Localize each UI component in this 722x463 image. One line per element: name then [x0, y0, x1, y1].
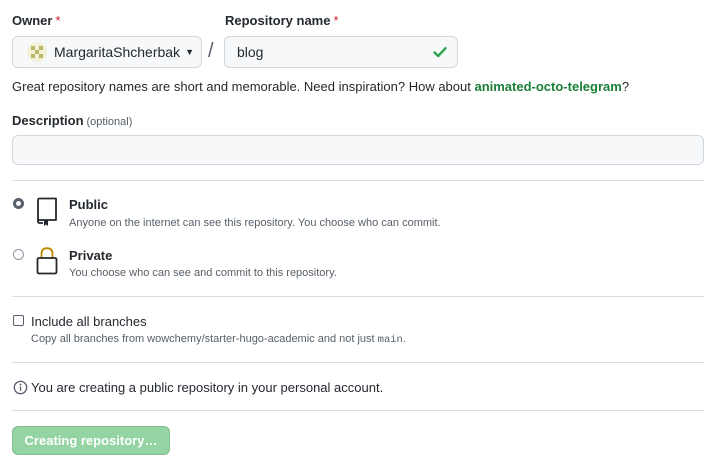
hint-text: Great repository names are short and mem…: [12, 79, 475, 94]
private-option-title: Private: [69, 248, 113, 263]
check-icon: [433, 47, 447, 58]
branch-code: main: [377, 334, 403, 346]
include-all-branches-label: Include all branches: [31, 314, 147, 329]
include-all-branches-checkbox[interactable]: [13, 315, 24, 326]
include-all-branches-hint: Copy all branches from wowchemy/starter-…: [31, 333, 406, 346]
description-label-text: Description: [12, 113, 84, 128]
public-option-title: Public: [69, 197, 109, 212]
owner-repo-separator: /: [208, 40, 214, 62]
caret-down-icon: ▼: [185, 47, 194, 57]
public-option-description: Anyone on the internet can see this repo…: [69, 217, 441, 229]
repository-name-label-text: Repository name: [225, 13, 331, 28]
repo-icon: [37, 197, 57, 226]
create-repository-button[interactable]: Creating repository…: [12, 426, 170, 455]
owner-label-text: Owner: [12, 13, 53, 28]
divider: [12, 296, 704, 297]
repository-name-label: Repository name *: [225, 13, 339, 28]
repository-name-hint: Great repository names are short and mem…: [12, 79, 629, 94]
owner-label: Owner *: [12, 13, 61, 28]
info-icon: [13, 380, 28, 395]
lock-icon: [36, 247, 58, 275]
description-label: Description (optional): [12, 113, 132, 128]
optional-note: (optional): [86, 116, 133, 128]
repository-name-input[interactable]: blog: [224, 36, 458, 68]
public-radio[interactable]: [13, 198, 24, 209]
description-input[interactable]: [12, 135, 704, 165]
visibility-notice: You are creating a public repository in …: [31, 380, 384, 395]
private-option-description: You choose who can see and commit to thi…: [69, 267, 337, 279]
name-suggestion-link[interactable]: animated-octo-telegram: [474, 79, 621, 94]
divider: [12, 180, 704, 181]
hint-suffix: ?: [621, 79, 630, 94]
avatar-identicon: [27, 42, 47, 62]
repository-name-value: blog: [237, 44, 264, 60]
required-mark: *: [333, 13, 339, 28]
private-radio[interactable]: [13, 249, 24, 260]
branches-hint-text: Copy all branches from wowchemy/starter-…: [31, 333, 378, 345]
branches-hint-suffix: .: [402, 333, 406, 345]
owner-select[interactable]: MargaritaShcherbak ▼: [12, 36, 202, 68]
owner-name: MargaritaShcherbak: [54, 44, 181, 60]
divider: [12, 362, 704, 363]
required-mark: *: [55, 13, 61, 28]
divider: [12, 410, 704, 411]
